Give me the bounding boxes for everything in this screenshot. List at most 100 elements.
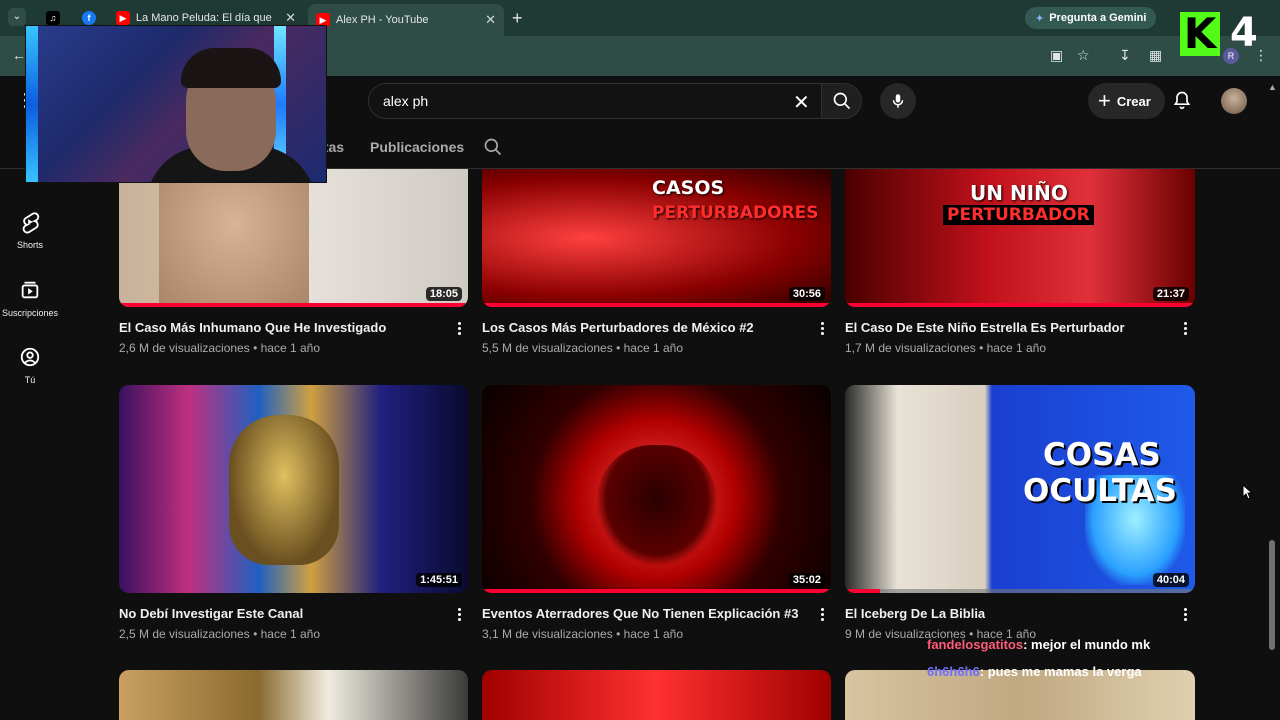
video-thumbnail[interactable]: CASOS PERTURBADORES 30:56 xyxy=(482,169,831,307)
duration-badge: 35:02 xyxy=(788,573,825,587)
video-title[interactable]: El Caso De Este Niño Estrella Es Perturb… xyxy=(845,320,1125,335)
duration-badge: 18:05 xyxy=(425,287,462,301)
search-icon xyxy=(484,138,502,156)
watch-progress-track xyxy=(845,589,1195,593)
chat-text: : mejor el mundo mk xyxy=(1023,637,1151,652)
sidebar-item-you[interactable]: Tú xyxy=(0,345,60,385)
chat-username: 6h6h6h6 xyxy=(927,664,980,679)
chat-message: 6h6h6h6: pues me mamas la verga xyxy=(927,664,1142,679)
thumbnail-text-bottom: PERTURBADOR xyxy=(943,205,1094,225)
video-meta: 2,5 M de visualizaciones • hace 1 año xyxy=(119,627,320,641)
video-thumbnail[interactable]: 18:05 xyxy=(119,169,468,307)
page-scrollbar[interactable] xyxy=(1269,540,1275,650)
youtube-icon: ▶ xyxy=(116,11,130,25)
skull-shape xyxy=(597,445,717,565)
tab-title: La Mano Peluda: El día que el D xyxy=(135,12,275,24)
search-icon xyxy=(833,92,850,110)
chat-text: : pues me mamas la verga xyxy=(979,664,1142,679)
more-actions-icon[interactable] xyxy=(821,608,825,623)
video-thumbnail[interactable] xyxy=(482,670,831,720)
sidebar-item-label: Shorts xyxy=(16,240,43,250)
video-title[interactable]: Eventos Aterradores Que No Tienen Explic… xyxy=(482,606,798,621)
gemini-icon: ✦ xyxy=(1035,12,1045,25)
channel-search-button[interactable] xyxy=(483,137,503,162)
video-thumbnail[interactable]: UN NIÑO PERTURBADOR 21:37 xyxy=(845,169,1195,307)
mouse-cursor-icon xyxy=(1242,484,1254,500)
watch-progress-bar xyxy=(482,303,831,307)
video-title[interactable]: El Iceberg De La Biblia xyxy=(845,606,985,621)
clear-search-icon[interactable]: ✕ xyxy=(793,90,810,115)
more-actions-icon[interactable] xyxy=(821,322,825,337)
more-actions-icon[interactable] xyxy=(1184,608,1188,623)
video-thumbnail[interactable]: 1:45:51 xyxy=(119,385,468,593)
search-input[interactable] xyxy=(383,84,763,118)
more-actions-icon[interactable] xyxy=(458,608,462,623)
video-thumbnail[interactable]: COSAS OCULTAS 40:04 xyxy=(845,385,1195,593)
sidebar-item-label: Tú xyxy=(24,375,36,385)
video-meta: 1,7 M de visualizaciones • hace 1 año xyxy=(845,341,1046,355)
duration-badge: 30:56 xyxy=(788,287,825,301)
create-label: Crear xyxy=(1116,93,1151,109)
scroll-up-arrow-icon[interactable]: ▲ xyxy=(1268,82,1277,92)
microphone-icon xyxy=(892,94,904,108)
chat-message: fandelosgatitos: mejor el mundo mk xyxy=(927,637,1150,652)
translate-icon[interactable]: ▦ xyxy=(1149,47,1162,64)
user-icon xyxy=(20,347,40,367)
new-tab-button[interactable]: + xyxy=(512,8,523,29)
chat-username: fandelosgatitos xyxy=(927,637,1024,652)
thumbnail-text-top: UN NIÑO xyxy=(970,181,1068,205)
video-meta: 5,5 M de visualizaciones • hace 1 año xyxy=(482,341,683,355)
tab-list-dropdown[interactable]: ⌄ xyxy=(8,8,26,26)
tab-posts[interactable]: Publicaciones xyxy=(370,139,464,155)
shorts-icon xyxy=(22,212,40,234)
thumbnail-text-top: CASOS xyxy=(652,177,725,199)
search-box: ✕ xyxy=(368,83,822,119)
tab-title: Alex PH - YouTube xyxy=(336,14,429,26)
tab-alex-ph[interactable]: ▶ Alex PH - YouTube ✕ xyxy=(308,4,504,36)
facebook-icon: f xyxy=(82,11,96,25)
thumbnail-face xyxy=(159,169,309,307)
logo-number: 4 xyxy=(1230,10,1258,56)
sidebar-item-subscriptions[interactable]: Suscripciones xyxy=(0,278,60,318)
search-button[interactable] xyxy=(822,83,862,119)
video-title[interactable]: Los Casos Más Perturbadores de México #2 xyxy=(482,320,754,335)
thumbnail-text-bottom: PERTURBADORES xyxy=(652,203,819,223)
close-tab-icon[interactable]: ✕ xyxy=(475,12,496,28)
duration-badge: 1:45:51 xyxy=(416,573,462,587)
watch-progress-bar xyxy=(845,589,880,593)
video-meta: 2,6 M de visualizaciones • hace 1 año xyxy=(119,341,320,355)
sidebar-item-shorts[interactable]: Shorts xyxy=(0,210,60,250)
video-title[interactable]: El Caso Más Inhumano Que He Investigado xyxy=(119,320,386,335)
led-strip xyxy=(26,26,38,182)
cast-icon[interactable]: ▣ xyxy=(1050,47,1063,64)
video-meta: 3,1 M de visualizaciones • hace 1 año xyxy=(482,627,683,641)
thumbnail-text-top: COSAS xyxy=(1043,437,1161,473)
gemini-button[interactable]: ✦ Pregunta a Gemini xyxy=(1025,7,1157,29)
video-title[interactable]: No Debí Investigar Este Canal xyxy=(119,606,303,621)
more-actions-icon[interactable] xyxy=(1184,322,1188,337)
watch-progress-bar xyxy=(845,303,1195,307)
download-icon[interactable]: ↧ xyxy=(1119,47,1131,64)
voice-search-button[interactable] xyxy=(880,83,916,119)
account-avatar[interactable] xyxy=(1221,88,1247,114)
create-button[interactable]: + Crear xyxy=(1088,83,1165,119)
streamer-hair xyxy=(181,48,281,88)
webcam-overlay xyxy=(25,25,327,183)
kick-logo: K xyxy=(1180,12,1220,56)
plus-icon: + xyxy=(1098,88,1111,113)
close-tab-icon[interactable]: ✕ xyxy=(275,10,296,26)
sidebar-item-label: Suscripciones xyxy=(1,308,59,318)
stream-logo: K 4 xyxy=(1180,10,1262,62)
duration-badge: 21:37 xyxy=(1152,287,1189,301)
thumbnail-face xyxy=(229,415,339,565)
video-thumbnail[interactable]: 35:02 xyxy=(482,385,831,593)
more-actions-icon[interactable] xyxy=(458,322,462,337)
watch-progress-bar xyxy=(482,589,831,593)
tiktok-icon: ♫ xyxy=(46,11,60,25)
back-icon[interactable]: ← xyxy=(12,47,26,63)
watch-progress-bar xyxy=(119,303,468,307)
video-thumbnail[interactable] xyxy=(119,670,468,720)
bookmark-star-icon[interactable]: ☆ xyxy=(1077,47,1090,64)
subscriptions-icon xyxy=(21,281,39,299)
notifications-button[interactable] xyxy=(1172,89,1192,116)
